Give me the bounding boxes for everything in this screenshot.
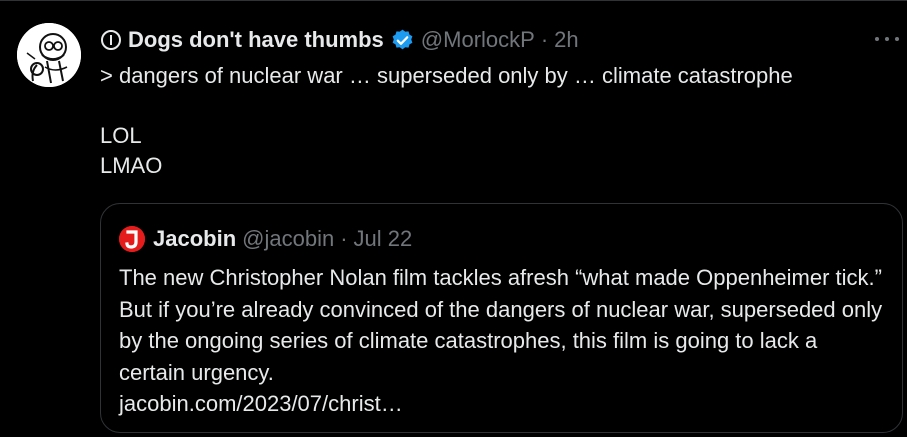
author-display-name[interactable]: Dogs don't have thumbs xyxy=(128,27,384,53)
jacobin-logo-icon[interactable] xyxy=(119,226,145,252)
quoted-tweet-timestamp[interactable]: Jul 22 xyxy=(354,226,413,252)
tweet-text-line: LOL xyxy=(100,123,142,148)
quoted-author-handle[interactable]: @jacobin xyxy=(242,226,334,252)
tweet-card[interactable]: Dogs don't have thumbs @MorlockP · 2h > … xyxy=(0,0,907,437)
tweet-text-line xyxy=(100,91,880,121)
more-options-icon[interactable] xyxy=(875,29,899,49)
circle-exclamation-icon xyxy=(100,29,122,51)
tweet-text-line: > dangers of nuclear war … superseded on… xyxy=(100,63,793,88)
quoted-tweet[interactable]: Jacobin @jacobin · Jul 22 The new Christ… xyxy=(100,203,903,433)
verified-badge-icon[interactable] xyxy=(390,28,415,53)
tweet-header: Dogs don't have thumbs @MorlockP · 2h xyxy=(100,25,579,55)
tweet-timestamp[interactable]: 2h xyxy=(554,27,578,53)
cartoon-character-avatar-icon xyxy=(17,23,81,87)
quoted-tweet-link[interactable]: jacobin.com/2023/07/christ… xyxy=(119,388,889,420)
header-separator: · xyxy=(540,27,549,52)
quoted-tweet-body: The new Christopher Nolan film tackles a… xyxy=(119,265,883,385)
tweet-text-line: LMAO xyxy=(100,153,163,178)
user-avatar[interactable] xyxy=(17,23,81,87)
quoted-author-name[interactable]: Jacobin xyxy=(153,226,236,252)
quoted-tweet-header: Jacobin @jacobin · Jul 22 xyxy=(119,224,412,254)
tweet-text: > dangers of nuclear war … superseded on… xyxy=(100,61,880,181)
author-handle[interactable]: @MorlockP xyxy=(421,27,535,53)
quoted-header-separator: · xyxy=(340,226,348,251)
quoted-tweet-text: The new Christopher Nolan film tackles a… xyxy=(119,262,889,420)
